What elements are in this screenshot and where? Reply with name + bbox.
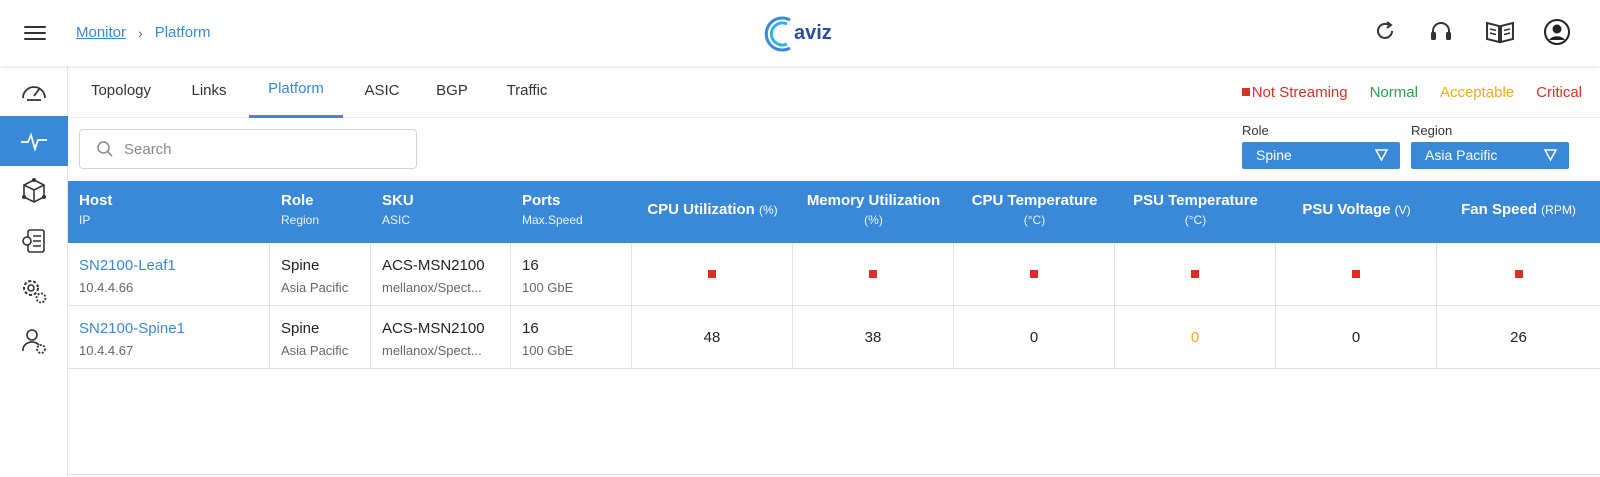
tab-links[interactable]: Links [188,66,230,118]
tab-bgp[interactable]: BGP [436,66,468,118]
not-streaming-indicator [1514,270,1523,278]
sidebar-settings-gears-icon[interactable] [0,266,68,316]
refresh-icon[interactable] [1372,18,1400,46]
cell-role: Spine Asia Pacific [270,306,371,368]
col-cpu-utilization[interactable]: CPU Utilization (%) [632,181,793,243]
tab-topology[interactable]: Topology [88,66,154,118]
col-fan-speed[interactable]: Fan Speed (RPM) [1437,181,1600,243]
cell-psu-voltage [1276,243,1437,305]
bottom-divider [68,474,1600,475]
cell-ports: 16 100 GbE [511,243,632,305]
col-role[interactable]: Role Region [270,181,371,243]
cell-sku: ACS-MSN2100 mellanox/Spect... [371,243,511,305]
sidebar-monitor-pulse-icon[interactable] [0,116,68,166]
cell-fan-speed [1437,243,1600,305]
host-ip: 10.4.4.67 [79,343,134,358]
cell-host: SN2100-Leaf1 10.4.4.66 [68,243,270,305]
col-psu-voltage[interactable]: PSU Voltage (V) [1276,181,1437,243]
tab-asic[interactable]: ASIC [364,66,400,118]
status-legend: Not Streaming Normal Acceptable Critical [1241,84,1582,101]
table-header: Host IP Role Region SKU ASIC Ports Max.Speed… [68,181,1600,243]
breadcrumb: Monitor › Platform [76,24,211,41]
cell-cpu-temperature: 0 [954,306,1115,368]
cell-psu-voltage: 0 [1276,306,1437,368]
not-streaming-indicator [1030,270,1038,278]
cell-host: SN2100-Spine1 10.4.4.67 [68,306,270,368]
role-filter-value: Spine [1256,147,1292,163]
region-filter-label: Region [1411,123,1453,138]
host-ip: 10.4.4.66 [79,280,134,295]
col-psu-temperature[interactable]: PSU Temperature (°C) [1115,181,1276,243]
not-streaming-indicator [869,270,877,278]
aviz-logo: aviz [764,12,834,56]
host-link[interactable]: SN2100-Spine1 [79,320,185,337]
col-memory-utilization[interactable]: Memory Utilization (%) [793,181,954,243]
col-ports[interactable]: Ports Max.Speed [511,181,632,243]
col-sku[interactable]: SKU ASIC [371,181,511,243]
sidebar-config-document-icon[interactable] [0,216,68,266]
tab-platform[interactable]: Platform [249,66,343,118]
filter-funnel-icon [1375,149,1388,162]
col-host[interactable]: Host IP [68,181,270,243]
headset-icon[interactable] [1428,18,1456,46]
user-account-icon[interactable] [1543,18,1571,46]
left-sidebar [0,66,68,477]
not-streaming-indicator [708,270,716,278]
cell-sku: ACS-MSN2100 mellanox/Spect... [371,306,511,368]
logo-text: aviz [794,22,832,44]
menu-hamburger-icon[interactable] [24,22,46,42]
breadcrumb-current: Platform [154,24,211,41]
role-filter-label: Role [1242,123,1269,138]
cell-psu-temperature: 0 [1115,306,1276,368]
book-icon[interactable] [1484,18,1516,46]
sidebar-network-cube-icon[interactable] [0,166,68,216]
cell-memory-utilization [793,243,954,305]
breadcrumb-separator: › [138,24,143,41]
platform-table: Host IP Role Region SKU ASIC Ports Max.Speed… [68,181,1600,369]
col-cpu-temperature[interactable]: CPU Temperature (°C) [954,181,1115,243]
cell-ports: 16 100 GbE [511,306,632,368]
region-filter-value: Asia Pacific [1425,147,1498,163]
role-filter-select[interactable]: Spine [1242,142,1400,169]
region-filter-select[interactable]: Asia Pacific [1411,142,1569,169]
table-row[interactable]: SN2100-Leaf1 10.4.4.66 Spine Asia Pacific… [68,243,1600,306]
legend-not-streaming: Not Streaming [1241,84,1348,101]
cell-cpu-utilization [632,243,793,305]
breadcrumb-monitor-link[interactable]: Monitor [76,24,126,41]
top-header: Monitor › Platform aviz [0,0,1600,66]
cell-cpu-utilization: 48 [632,306,793,368]
table-row[interactable]: SN2100-Spine1 10.4.4.67 Spine Asia Pacifi… [68,306,1600,369]
cell-fan-speed: 26 [1510,328,1527,346]
legend-normal: Normal [1369,84,1418,101]
cell-psu-temperature [1115,243,1276,305]
cell-role: Spine Asia Pacific [270,243,371,305]
filter-funnel-icon [1544,149,1557,162]
sidebar-user-settings-icon[interactable] [0,316,68,366]
legend-acceptable: Acceptable [1439,84,1515,101]
search-box [79,129,417,169]
cell-cpu-temperature [954,243,1115,305]
cell-memory-utilization: 38 [793,306,954,368]
search-input[interactable] [124,140,384,158]
not-streaming-indicator [1352,270,1360,278]
tab-traffic[interactable]: Traffic [505,66,549,118]
legend-critical: Critical [1536,84,1582,101]
search-icon [97,141,113,157]
host-link[interactable]: SN2100-Leaf1 [79,257,176,274]
not-streaming-indicator [1191,270,1199,278]
sidebar-dashboard-icon[interactable] [0,66,68,116]
